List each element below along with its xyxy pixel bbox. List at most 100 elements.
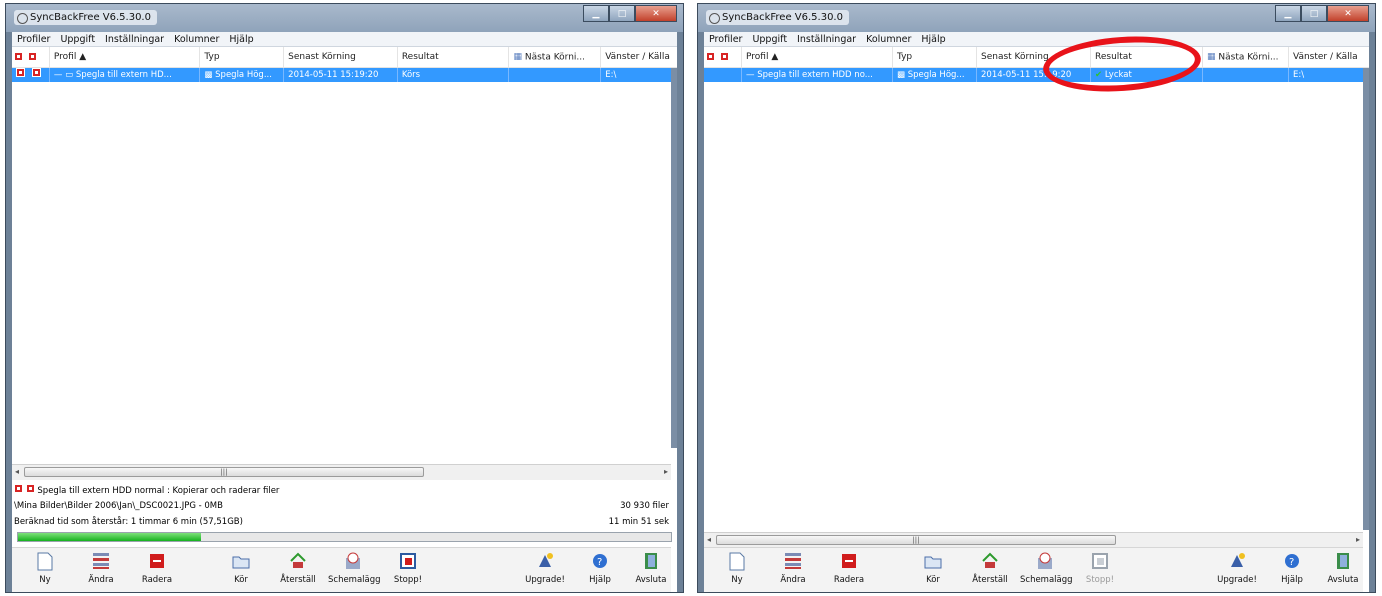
upgrade-button[interactable]: Upgrade! xyxy=(520,551,570,585)
row-icons xyxy=(12,68,50,82)
row-typ: ▩ Spegla Hög... xyxy=(200,68,285,82)
menu-kolumner[interactable]: Kolumner xyxy=(861,34,916,45)
profile-icon xyxy=(706,52,715,61)
profile-list: Profil ▲ Typ Senast Körning Resultat ▦ N… xyxy=(704,47,1369,592)
table-row[interactable]: — Spegla till extern HDD no... ▩ Spegla … xyxy=(704,68,1369,82)
row-profil: — ▭ Spegla till extern HD... xyxy=(50,68,201,82)
ny-button[interactable]: Ny xyxy=(20,551,70,585)
scroll-thumb[interactable]: ||| xyxy=(24,467,424,477)
aterstall-button[interactable]: Återställ xyxy=(965,551,1015,585)
profile-list: Profil ▲ Typ Senast Körning Resultat ▦ N… xyxy=(12,47,677,592)
row-nasta-korning xyxy=(1203,68,1289,82)
column-nasta-korning[interactable]: ▦ Nästa Körni... xyxy=(1203,47,1289,67)
column-typ[interactable]: Typ xyxy=(893,47,977,67)
row-vanster-kalla: E:\ xyxy=(605,70,617,80)
menu-kolumner[interactable]: Kolumner xyxy=(169,34,224,45)
run-folder-icon xyxy=(231,551,251,571)
upgrade-icon xyxy=(1227,551,1247,571)
upgrade-button[interactable]: Upgrade! xyxy=(1212,551,1262,585)
help-icon: ? xyxy=(590,551,610,571)
menu-bar: Profiler Uppgift Inställningar Kolumner … xyxy=(704,32,1369,47)
status-elapsed: 11 min 51 sek xyxy=(608,517,669,527)
profile-icon xyxy=(31,68,41,77)
column-profil[interactable]: Profil ▲ xyxy=(50,47,201,67)
menu-installningar[interactable]: Inställningar xyxy=(100,34,169,45)
column-resultat[interactable]: Resultat xyxy=(398,47,510,67)
row-nasta-korning xyxy=(509,68,602,82)
profile-icon xyxy=(14,52,23,61)
hjalp-button[interactable]: ? Hjälp xyxy=(575,551,625,585)
vertical-scrollbar[interactable] xyxy=(1363,68,1369,530)
column-vanster-kalla[interactable]: Vänster / Källa xyxy=(1289,47,1365,67)
svg-text:?: ? xyxy=(597,557,602,568)
column-senast-korning[interactable]: Senast Körning xyxy=(284,47,398,67)
status-task: Spegla till extern HDD normal : Kopierar… xyxy=(14,484,279,496)
profile-icon xyxy=(16,68,25,77)
avsluta-button[interactable]: Avsluta xyxy=(1318,551,1368,585)
avsluta-button[interactable]: Avsluta xyxy=(626,551,676,585)
title-bar[interactable]: SyncBackFree V6.5.30.0 ▁ □ ✕ xyxy=(6,4,683,32)
title-bar[interactable]: SyncBackFree V6.5.30.0 ▁ □ ✕ xyxy=(698,4,1375,32)
column-typ[interactable]: Typ xyxy=(200,47,285,67)
schemalagg-button[interactable]: Schemalägg xyxy=(328,551,381,585)
schedule-icon: ▦ xyxy=(1207,52,1216,62)
menu-installningar[interactable]: Inställningar xyxy=(792,34,861,45)
upgrade-icon xyxy=(535,551,555,571)
horizontal-scrollbar[interactable]: ◂ ||| ▸ xyxy=(704,532,1363,548)
kor-button[interactable]: Kör xyxy=(908,551,958,585)
menu-uppgift[interactable]: Uppgift xyxy=(747,34,792,45)
stop-icon xyxy=(1090,551,1110,571)
hdd-icon: ▭ xyxy=(65,70,74,80)
toolbar: Ny Ändra Radera Kör Återställ Schemalägg xyxy=(704,547,1363,592)
menu-hjalp[interactable]: Hjälp xyxy=(916,34,950,45)
column-vanster-kalla[interactable]: Vänster / Källa xyxy=(601,47,677,67)
tree-line-icon: — xyxy=(746,70,755,80)
delete-icon xyxy=(147,551,167,571)
kor-button[interactable]: Kör xyxy=(216,551,266,585)
minimize-button[interactable]: ▁ xyxy=(583,5,609,22)
help-icon: ? xyxy=(1282,551,1302,571)
status-file-count: 30 930 filer xyxy=(620,501,669,511)
andra-button[interactable]: Ändra xyxy=(768,551,818,585)
menu-profiler[interactable]: Profiler xyxy=(704,34,747,45)
horizontal-scrollbar[interactable]: ◂ ||| ▸ xyxy=(12,464,671,480)
menu-uppgift[interactable]: Uppgift xyxy=(55,34,100,45)
menu-profiler[interactable]: Profiler xyxy=(12,34,55,45)
aterstall-button[interactable]: Återställ xyxy=(273,551,323,585)
exit-door-icon xyxy=(1333,551,1353,571)
minimize-button[interactable]: ▁ xyxy=(1275,5,1301,22)
close-button[interactable]: ✕ xyxy=(635,5,677,22)
vertical-scrollbar[interactable] xyxy=(671,68,677,448)
group-icon xyxy=(28,52,37,61)
toolbar: Ny Ändra Radera Kör Återställ Schemalägg xyxy=(12,547,671,592)
scroll-thumb[interactable]: ||| xyxy=(716,535,1116,545)
column-profil[interactable]: Profil ▲ xyxy=(742,47,893,67)
profile-icon xyxy=(25,484,35,493)
ny-button[interactable]: Ny xyxy=(712,551,762,585)
run-folder-icon xyxy=(923,551,943,571)
schemalagg-button[interactable]: Schemalägg xyxy=(1020,551,1073,585)
maximize-button[interactable]: □ xyxy=(1301,5,1327,22)
radera-button[interactable]: Radera xyxy=(824,551,874,585)
radera-button[interactable]: Radera xyxy=(132,551,182,585)
window-title: SyncBackFree V6.5.30.0 xyxy=(14,10,157,25)
menu-hjalp[interactable]: Hjälp xyxy=(224,34,258,45)
maximize-button[interactable]: □ xyxy=(609,5,635,22)
mirror-icon: ▩ xyxy=(204,70,213,80)
scroll-left-icon[interactable]: ◂ xyxy=(15,467,19,476)
table-row[interactable]: — ▭ Spegla till extern HD... ▩ Spegla Hö… xyxy=(12,68,677,82)
window-title-text: SyncBackFree V6.5.30.0 xyxy=(722,12,843,23)
stopp-button[interactable]: Stopp! xyxy=(383,551,433,585)
hjalp-button[interactable]: ? Hjälp xyxy=(1267,551,1317,585)
scroll-right-icon[interactable]: ▸ xyxy=(664,467,668,476)
row-profil: — Spegla till extern HDD no... xyxy=(742,68,893,82)
andra-button[interactable]: Ändra xyxy=(76,551,126,585)
syncback-window-running: SyncBackFree V6.5.30.0 ▁ □ ✕ Profiler Up… xyxy=(5,3,684,593)
column-nasta-korning[interactable]: ▦ Nästa Körni... xyxy=(509,47,602,67)
app-icon xyxy=(709,13,720,24)
close-button[interactable]: ✕ xyxy=(1327,5,1369,22)
scroll-right-icon[interactable]: ▸ xyxy=(1356,535,1360,544)
new-document-icon xyxy=(727,551,747,571)
edit-list-icon xyxy=(91,551,111,571)
scroll-left-icon[interactable]: ◂ xyxy=(707,535,711,544)
